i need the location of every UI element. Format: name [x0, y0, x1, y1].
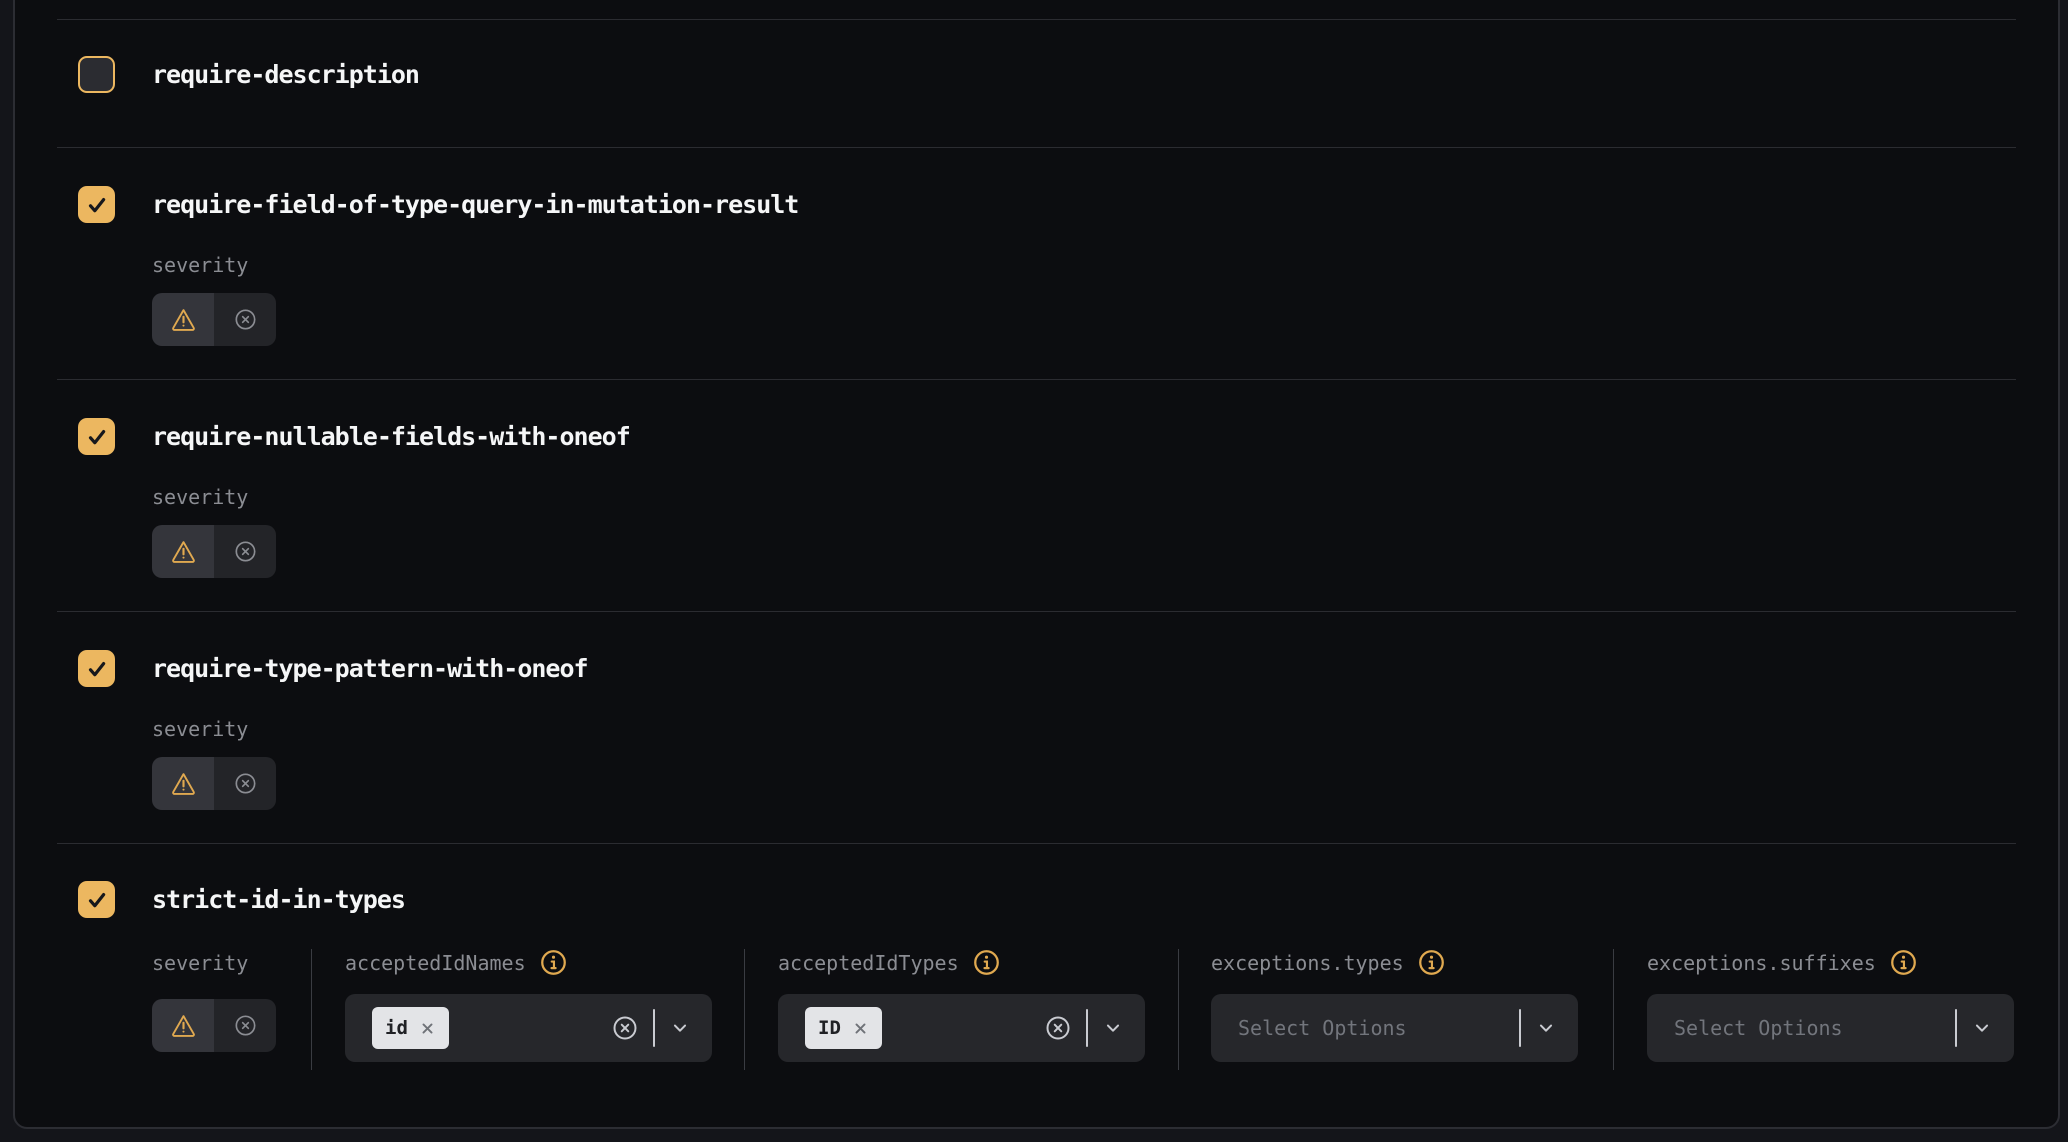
severity-warn-button[interactable] — [152, 999, 214, 1052]
rule-title: require-nullable-fields-with-oneof — [152, 422, 630, 451]
warning-triangle-icon — [170, 770, 197, 797]
selected-tag: ID — [805, 1007, 882, 1049]
clear-selection-button[interactable] — [1044, 1014, 1072, 1042]
severity-off-button[interactable] — [214, 525, 276, 578]
check-icon — [85, 193, 109, 217]
tag-label: id — [385, 1017, 408, 1039]
select-placeholder: Select Options — [1674, 1016, 1843, 1040]
severity-label: severity — [152, 251, 2016, 278]
rule-title: require-field-of-type-query-in-mutation-… — [152, 190, 798, 219]
rule-require-type-pattern-with-oneof: require-type-pattern-with-oneof severity — [57, 611, 2016, 843]
severity-toggle — [152, 757, 276, 810]
chevron-down-icon[interactable] — [669, 1017, 691, 1039]
select-divider — [1519, 1009, 1521, 1047]
severity-warn-button[interactable] — [152, 525, 214, 578]
circle-x-icon — [233, 771, 258, 796]
warning-triangle-icon — [170, 306, 197, 333]
severity-toggle — [152, 525, 276, 578]
chevron-down-icon[interactable] — [1535, 1017, 1557, 1039]
severity-warn-button[interactable] — [152, 293, 214, 346]
chevron-down-icon[interactable] — [1971, 1017, 1993, 1039]
option-column-acceptedIdTypes: acceptedIdTypes ID — [744, 949, 1178, 1070]
rule-require-field-of-type-query-in-mutation-result: require-field-of-type-query-in-mutation-… — [57, 147, 2016, 379]
info-icon[interactable] — [540, 949, 567, 976]
tag-label: ID — [818, 1017, 841, 1039]
info-icon[interactable] — [1890, 949, 1917, 976]
multiselect-acceptedIdTypes[interactable]: ID — [778, 994, 1145, 1062]
severity-off-button[interactable] — [214, 757, 276, 810]
info-icon[interactable] — [973, 949, 1000, 976]
check-icon — [85, 657, 109, 681]
circle-x-icon — [611, 1014, 639, 1042]
rule-title: require-description — [152, 60, 419, 89]
select-placeholder: Select Options — [1238, 1016, 1407, 1040]
option-label: exceptions.types — [1211, 951, 1404, 975]
circle-x-icon — [233, 1013, 258, 1038]
warning-triangle-icon — [170, 538, 197, 565]
multiselect-exceptions-types[interactable]: Select Options — [1211, 994, 1578, 1062]
circle-x-icon — [1044, 1014, 1072, 1042]
check-icon — [85, 888, 109, 912]
severity-warn-button[interactable] — [152, 757, 214, 810]
circle-x-icon — [233, 539, 258, 564]
option-label: exceptions.suffixes — [1647, 951, 1876, 975]
rule-require-description: require-description — [57, 19, 2016, 147]
info-icon[interactable] — [1418, 949, 1445, 976]
chevron-down-icon[interactable] — [1102, 1017, 1124, 1039]
select-divider — [1086, 1009, 1088, 1047]
option-column-exceptions-types: exceptions.types Select Options — [1178, 949, 1613, 1070]
option-column-acceptedIdNames: acceptedIdNames id — [311, 949, 744, 1070]
rule-title: require-type-pattern-with-oneof — [152, 654, 588, 683]
rules-panel: require-description require-field-of-typ… — [13, 0, 2060, 1129]
multiselect-exceptions-suffixes[interactable]: Select Options — [1647, 994, 2014, 1062]
severity-off-button[interactable] — [214, 293, 276, 346]
rule-checkbox[interactable] — [78, 56, 115, 93]
clear-selection-button[interactable] — [611, 1014, 639, 1042]
option-label: acceptedIdNames — [345, 951, 526, 975]
severity-column: severity — [152, 949, 311, 1070]
severity-off-button[interactable] — [214, 999, 276, 1052]
rule-title: strict-id-in-types — [152, 885, 405, 914]
severity-label: severity — [152, 483, 2016, 510]
select-divider — [653, 1009, 655, 1047]
select-divider — [1955, 1009, 1957, 1047]
rule-checkbox[interactable] — [78, 186, 115, 223]
selected-tag: id — [372, 1007, 449, 1049]
severity-toggle — [152, 999, 276, 1052]
check-icon — [85, 425, 109, 449]
severity-label: severity — [152, 949, 311, 976]
option-column-exceptions-suffixes: exceptions.suffixes Select Options — [1613, 949, 2013, 1070]
rule-checkbox[interactable] — [78, 650, 115, 687]
rule-require-nullable-fields-with-oneof: require-nullable-fields-with-oneof sever… — [57, 379, 2016, 611]
multiselect-acceptedIdNames[interactable]: id — [345, 994, 712, 1062]
rule-strict-id-in-types: strict-id-in-types severity — [57, 843, 2016, 1129]
severity-toggle — [152, 293, 276, 346]
warning-triangle-icon — [170, 1012, 197, 1039]
option-label: acceptedIdTypes — [778, 951, 959, 975]
rule-checkbox[interactable] — [78, 881, 115, 918]
remove-tag-icon[interactable] — [419, 1020, 436, 1037]
severity-label: severity — [152, 715, 2016, 742]
circle-x-icon — [233, 307, 258, 332]
rule-checkbox[interactable] — [78, 418, 115, 455]
remove-tag-icon[interactable] — [852, 1020, 869, 1037]
